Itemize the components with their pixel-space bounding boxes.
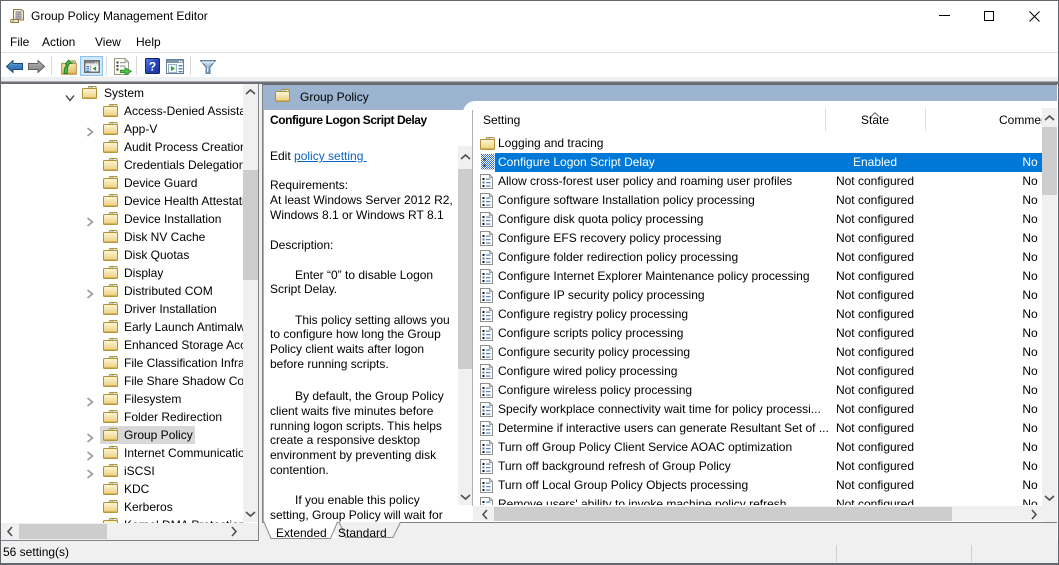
svg-text:?: ? — [149, 60, 156, 74]
